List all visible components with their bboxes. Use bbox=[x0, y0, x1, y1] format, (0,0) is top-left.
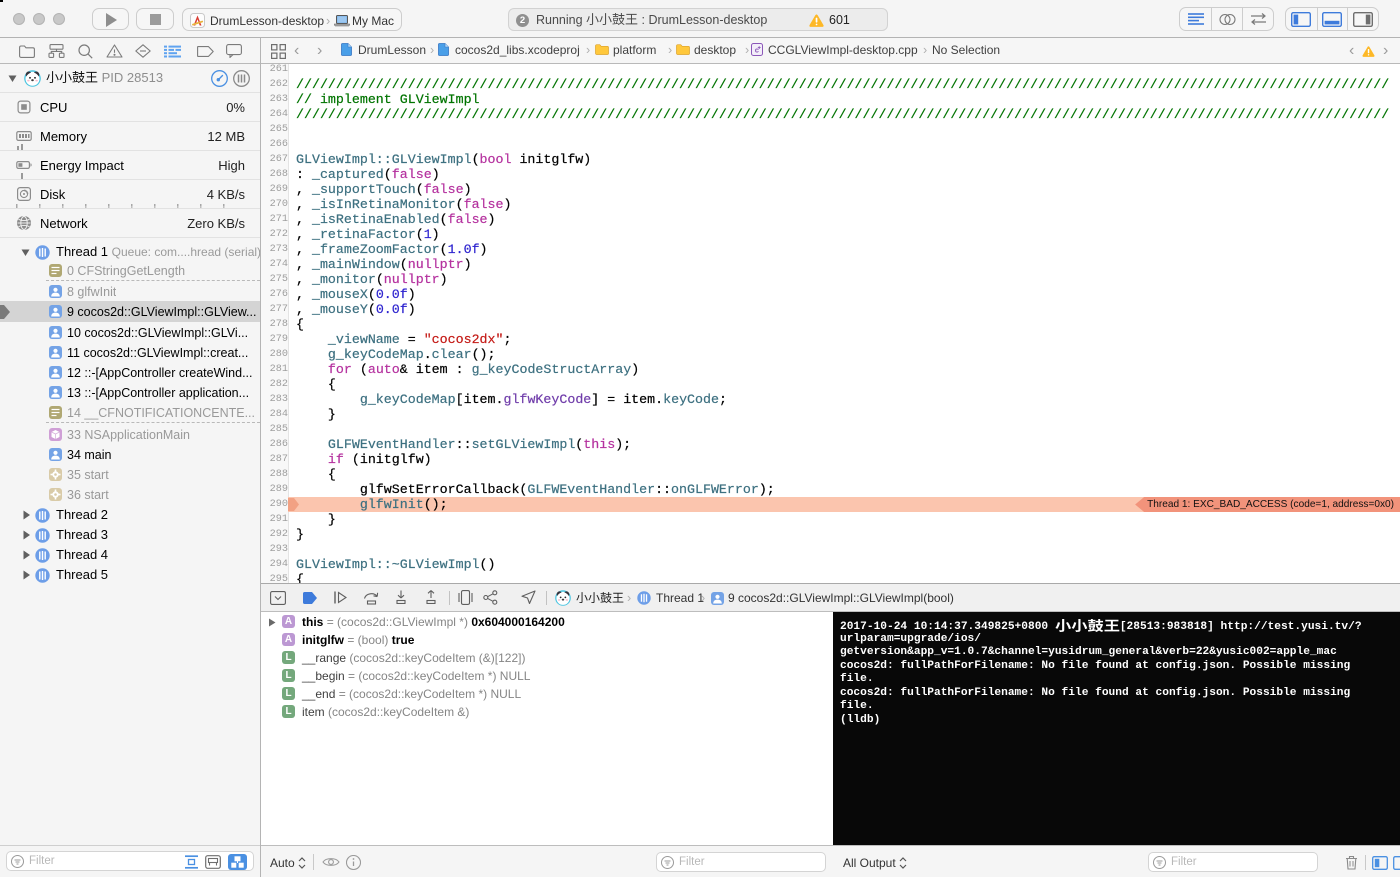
svg-text:c: c bbox=[755, 46, 759, 55]
